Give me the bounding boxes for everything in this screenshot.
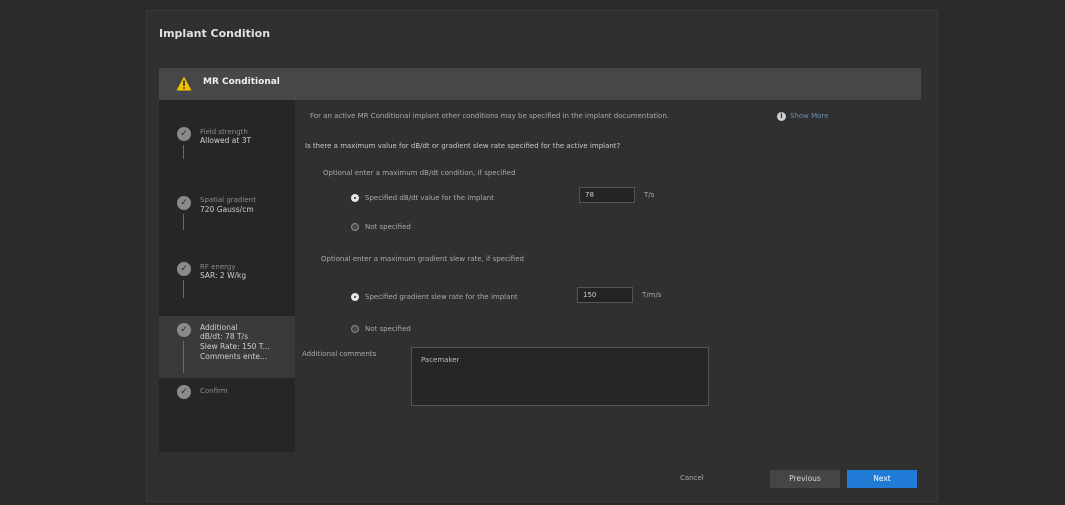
implant-condition-dialog: Implant Condition MR Conditional ✓ Field… [146,10,938,502]
step-value: Allowed at 3T [200,136,252,145]
step-confirm[interactable]: ✓ Confirm [159,378,295,408]
dbdt-specified-radio[interactable] [351,194,359,202]
check-icon: ✓ [177,323,191,337]
next-button[interactable]: Next [847,470,917,488]
step-field-strength[interactable]: ✓ Field strength Allowed at 3T [159,100,295,160]
warning-icon [176,76,192,91]
step-value: Comments ente... [200,352,268,361]
slew-not-specified-radio[interactable] [351,325,359,333]
question-text: Is there a maximum value for dB/dt or gr… [305,142,621,150]
dialog-title: Implant Condition [159,27,271,40]
step-title: Spatial gradient [200,196,256,204]
dbdt-heading: Optional enter a maximum dB/dt condition… [323,169,516,177]
banner-label: MR Conditional [203,77,280,87]
previous-button[interactable]: Previous [770,470,840,488]
dbdt-unit: T/s [644,191,655,199]
step-title: Confirm [200,387,228,395]
step-value: dB/dt: 78 T/s [200,332,248,341]
step-title: Field strength [200,128,248,136]
step-rf-energy[interactable]: ✓ RF energy SAR: 2 W/kg [159,228,295,316]
slew-value-input[interactable] [577,287,633,303]
step-connector [183,145,184,159]
step-title: RF energy [200,263,236,271]
step-connector [183,280,184,298]
step-value: 720 Gauss/cm [200,205,254,214]
dbdt-not-specified-label: Not specified [365,223,411,231]
dbdt-value-input[interactable] [579,187,635,203]
step-sidebar: ✓ Field strength Allowed at 3T ✓ Spatial… [159,100,295,452]
step-additional[interactable]: ✓ Additional dB/dt: 78 T/s Slew Rate: 15… [159,316,295,378]
slew-not-specified-label: Not specified [365,325,411,333]
slew-heading: Optional enter a maximum gradient slew r… [321,255,524,263]
slew-specified-radio[interactable] [351,293,359,301]
step-value: SAR: 2 W/kg [200,271,247,280]
step-spatial-gradient[interactable]: ✓ Spatial gradient 720 Gauss/cm [159,160,295,230]
comments-label: Additional comments [302,350,377,358]
check-icon: ✓ [177,127,191,141]
check-icon: ✓ [177,196,191,210]
intro-text: For an active MR Conditional implant oth… [310,112,669,120]
mr-conditional-banner: MR Conditional [159,68,921,100]
slew-specified-label: Specified gradient slew rate for the imp… [365,293,518,301]
check-icon: ✓ [177,385,191,399]
slew-unit: T/m/s [642,291,662,299]
dbdt-specified-label: Specified dB/dt value for the implant [365,194,494,202]
cancel-button[interactable]: Cancel [680,474,704,482]
dbdt-not-specified-radio[interactable] [351,223,359,231]
check-icon: ✓ [177,262,191,276]
comments-textarea[interactable]: Pacemaker [411,347,709,406]
step-value: Slew Rate: 150 T... [200,342,270,351]
step-connector [183,341,184,373]
show-more-link[interactable]: Show More [790,112,828,120]
info-icon[interactable]: i [777,112,786,121]
